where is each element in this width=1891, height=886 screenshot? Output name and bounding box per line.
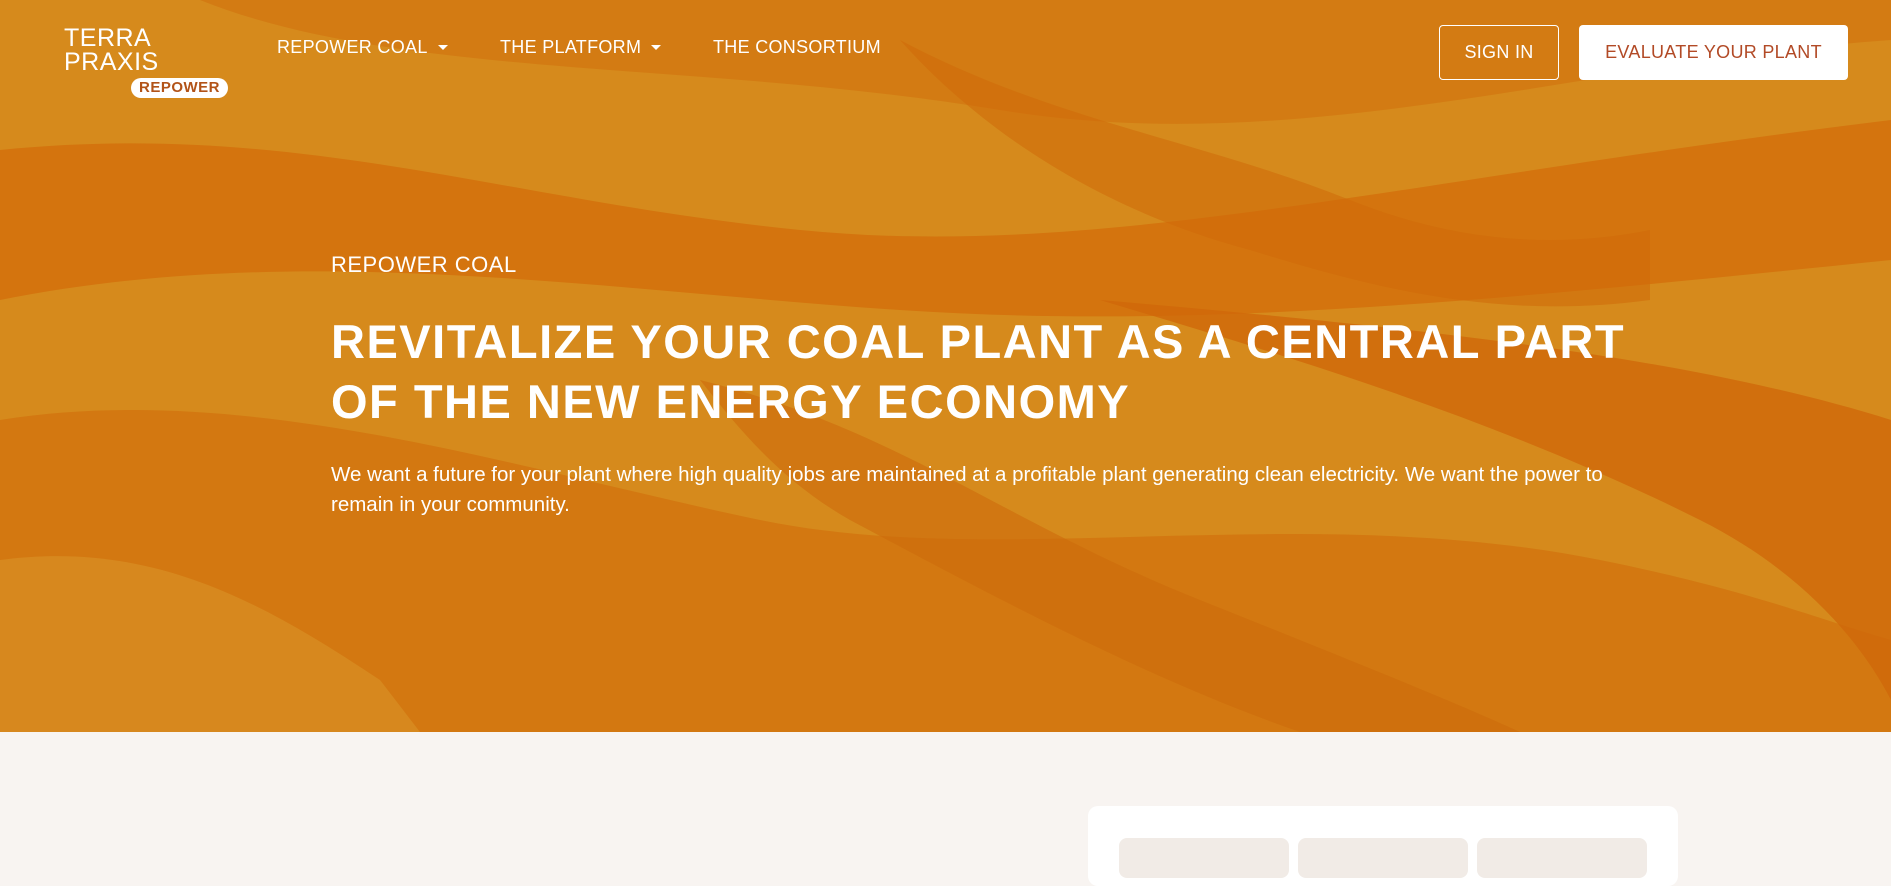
hero-eyebrow: REPOWER COAL (331, 252, 517, 277)
nav-item-label: REPOWER COAL (277, 36, 428, 57)
card-tab-1[interactable] (1119, 838, 1289, 878)
hero-headline: REVITALIZE YOUR COAL PLANT AS A CENTRAL … (331, 315, 1626, 428)
chevron-down-icon (651, 44, 662, 50)
card-tab-2[interactable] (1298, 838, 1468, 878)
sign-in-button[interactable]: SIGN IN (1439, 25, 1559, 80)
nav-item-label: THE CONSORTIUM (713, 36, 881, 57)
nav-item-the-consortium[interactable]: THE CONSORTIUM (713, 36, 881, 58)
logo-badge: REPOWER (131, 78, 229, 98)
evaluate-your-plant-button[interactable]: EVALUATE YOUR PLANT (1579, 25, 1848, 80)
terrapraxis-repower-logo[interactable]: TERRA PRAXIS REPOWER (64, 26, 240, 100)
card-tab-3[interactable] (1477, 838, 1647, 878)
nav-item-repower-coal[interactable]: REPOWER COAL (277, 36, 448, 58)
nav-item-the-platform[interactable]: THE PLATFORM (500, 36, 662, 58)
nav-item-label: THE PLATFORM (500, 36, 642, 57)
hero-section: TERRA PRAXIS REPOWER REPOWER COAL THE PL… (0, 0, 1891, 732)
logo-text-line2: PRAXIS (64, 48, 159, 76)
chevron-down-icon (437, 44, 448, 50)
hero-body-text: We want a future for your plant where hi… (331, 463, 1603, 516)
